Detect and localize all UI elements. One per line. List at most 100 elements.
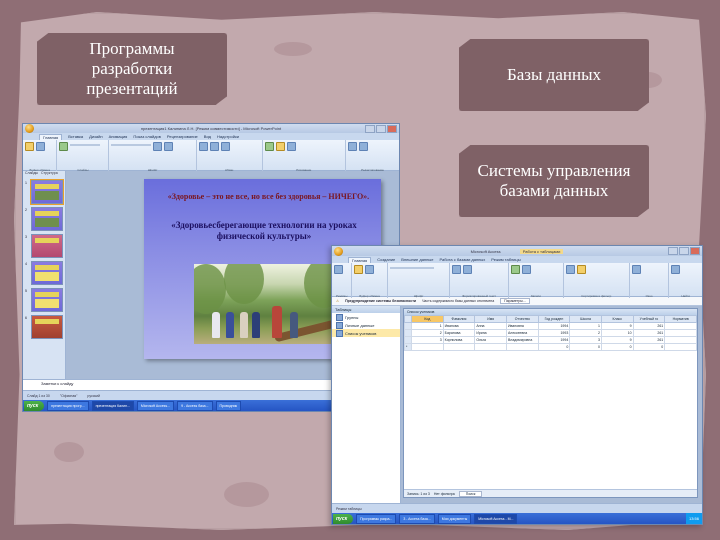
table-cell[interactable]: 1994	[537, 322, 571, 330]
column-header[interactable]: Код	[411, 315, 444, 323]
nav-header[interactable]: Таблицы	[332, 306, 400, 313]
table-cell[interactable]: 3	[569, 336, 602, 344]
table-cell[interactable]: 261	[632, 329, 666, 337]
table-cell[interactable]	[664, 343, 697, 351]
column-header[interactable]: Норматив	[664, 315, 697, 323]
close-icon[interactable]	[387, 125, 397, 133]
slide-thumbnail[interactable]: 4	[25, 261, 63, 285]
paste-icon[interactable]	[354, 265, 364, 274]
columns-icon[interactable]	[220, 142, 230, 151]
find-icon[interactable]	[348, 142, 357, 151]
record-position[interactable]: Запись: 1 из 3	[407, 492, 430, 496]
table-cell[interactable]: 9	[600, 336, 634, 344]
table-cell[interactable]: 3	[411, 336, 444, 344]
refresh-icon[interactable]	[510, 265, 520, 274]
ppt-tab[interactable]: Вставка	[68, 134, 83, 139]
table-cell[interactable]: Анна	[474, 322, 507, 330]
table-cell[interactable]	[664, 329, 697, 337]
ppt-tab[interactable]: Анимация	[109, 134, 128, 139]
new-slide-icon[interactable]	[59, 142, 69, 151]
slide-thumbnail[interactable]: 2	[25, 207, 63, 231]
table-cell[interactable]: 10	[600, 329, 634, 337]
shapes-icon[interactable]	[264, 142, 274, 151]
slide-thumbnail[interactable]: 5	[25, 288, 63, 312]
close-icon[interactable]	[690, 247, 700, 255]
table-cell[interactable]: 9	[600, 322, 634, 330]
filter-indicator[interactable]: Нет фильтра	[434, 492, 455, 496]
access-tab[interactable]: Внешние данные	[401, 257, 433, 262]
search-box[interactable]: Поиск	[458, 490, 483, 497]
sort-icon[interactable]	[565, 265, 575, 274]
access-tab[interactable]: Главная	[348, 256, 372, 263]
taskbar-button[interactable]: презентация Калин...	[91, 400, 134, 411]
table-cell[interactable]: Баранова	[442, 329, 476, 337]
table-cell[interactable]: Корнилова	[442, 336, 476, 344]
copy-icon[interactable]	[365, 265, 375, 274]
ppt-tab[interactable]: Дизайн	[89, 134, 102, 139]
taskbar-button[interactable]: Проводник	[215, 400, 242, 411]
table-row[interactable]: 2 Баранова Ирина Алексеевна 1993 2 10 26…	[404, 329, 697, 337]
table-cell[interactable]: 2	[569, 329, 602, 337]
table-cell[interactable]	[411, 343, 444, 351]
row-selector[interactable]	[404, 322, 412, 330]
table-cell[interactable]	[664, 336, 697, 344]
table-row[interactable]: 1 Иванова Анна Ивановна 1994 1 9 261	[404, 322, 697, 330]
table-cell[interactable]: Ивановна	[505, 322, 539, 330]
table-cell[interactable]: 0	[632, 343, 666, 351]
tab-slides[interactable]: Слайды	[25, 171, 38, 176]
table-cell[interactable]: Ольга	[474, 336, 507, 344]
column-header[interactable]: Учебный го	[632, 315, 666, 323]
table-cell[interactable]: Владимировна	[505, 336, 539, 344]
maximize-icon[interactable]	[376, 125, 386, 133]
arrange-icon[interactable]	[275, 142, 285, 151]
row-selector[interactable]	[404, 336, 412, 344]
table-cell[interactable]: 1	[411, 322, 444, 330]
table-cell[interactable]	[505, 343, 539, 351]
table-cell[interactable]: Алексеевна	[505, 329, 539, 337]
minimize-icon[interactable]	[668, 247, 678, 255]
window-icon[interactable]	[631, 265, 641, 274]
column-header[interactable]: Класс	[600, 315, 634, 323]
minimize-icon[interactable]	[365, 125, 375, 133]
align-icon[interactable]	[209, 142, 219, 151]
save-icon[interactable]	[521, 265, 531, 274]
ppt-tab[interactable]: Главная	[39, 133, 63, 140]
column-header[interactable]: Фамилия	[442, 315, 476, 323]
styles-icon[interactable]	[286, 142, 296, 151]
binoculars-icon[interactable]	[671, 265, 681, 274]
slide-thumbnail[interactable]: 1	[25, 179, 64, 205]
table-cell[interactable]: 261	[632, 336, 666, 344]
start-button[interactable]: пуск	[333, 513, 354, 524]
table-cell[interactable]	[664, 322, 697, 330]
view-icon[interactable]	[334, 265, 343, 274]
column-header[interactable]: Школа	[569, 315, 602, 323]
access-tab[interactable]: Работа с базами данных	[439, 257, 485, 262]
taskbar-button[interactable]: Мои документы	[437, 513, 472, 524]
column-header[interactable]: Год рожден	[537, 315, 571, 323]
row-selector[interactable]	[404, 329, 412, 337]
taskbar-button[interactable]: Программы разра...	[356, 513, 397, 524]
table-row-new[interactable]: * 0 0 0 0	[404, 343, 697, 351]
taskbar-button[interactable]: 9 - Access база...	[177, 400, 213, 411]
column-header[interactable]: Имя	[474, 315, 507, 323]
indent-icon[interactable]	[463, 265, 473, 274]
bullets-icon[interactable]	[198, 142, 208, 151]
table-cell[interactable]	[474, 343, 507, 351]
list-icon[interactable]	[452, 265, 462, 274]
table-cell[interactable]: Ирина	[474, 329, 507, 337]
nav-item-personal-data[interactable]: Личные данные	[332, 321, 400, 329]
nav-item-students[interactable]: Список учеников	[332, 329, 400, 337]
paste-icon[interactable]	[25, 142, 34, 151]
table-cell[interactable]: 1	[569, 322, 602, 330]
taskbar-button[interactable]: Microsoft Access - M...	[474, 513, 518, 524]
ppt-tab[interactable]: Показ слайдов	[133, 134, 161, 139]
table-cell[interactable]: 261	[632, 322, 666, 330]
access-tab[interactable]: Создание	[377, 257, 395, 262]
taskbar-button[interactable]: Microsoft Access...	[136, 400, 175, 411]
table-cell[interactable]: Иванова	[442, 322, 476, 330]
security-options-button[interactable]: Параметры...	[500, 298, 530, 304]
maximize-icon[interactable]	[679, 247, 689, 255]
bold-icon[interactable]	[153, 142, 163, 151]
column-header[interactable]: Отчество	[505, 315, 539, 323]
table-cell[interactable]: 0	[569, 343, 602, 351]
